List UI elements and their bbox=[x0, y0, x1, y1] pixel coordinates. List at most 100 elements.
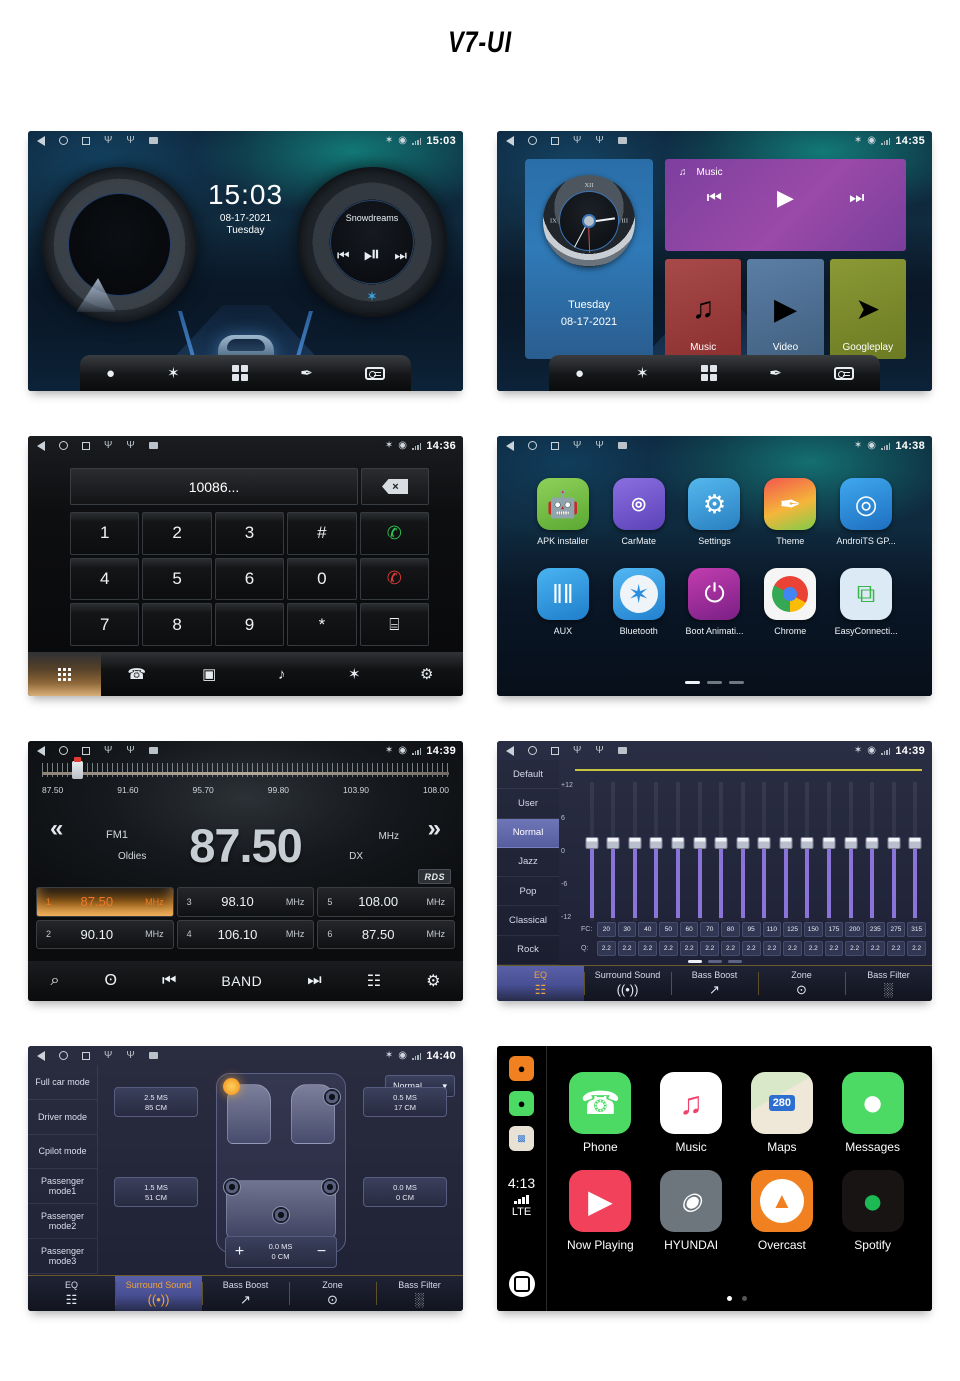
band-button[interactable]: BAND bbox=[221, 973, 262, 989]
recents-icon[interactable] bbox=[551, 746, 559, 755]
fc-cell[interactable]: 95 bbox=[741, 921, 761, 937]
bluetooth-icon[interactable]: ✶ bbox=[636, 366, 649, 381]
page-dot-2[interactable] bbox=[707, 681, 722, 684]
eq-band-110[interactable] bbox=[754, 782, 776, 921]
page-dot-2[interactable] bbox=[707, 960, 722, 963]
hangup-button[interactable]: ✆ bbox=[359, 557, 429, 601]
mode-passenger-3[interactable]: Passenger mode3 bbox=[28, 1239, 98, 1274]
eq-band-50[interactable] bbox=[646, 782, 668, 921]
home-icon[interactable] bbox=[59, 1051, 68, 1060]
q-cell[interactable]: 2.2 bbox=[865, 940, 885, 956]
mode-full-car[interactable]: Full car mode bbox=[28, 1065, 98, 1100]
slider-handle[interactable] bbox=[714, 837, 728, 850]
screen-carplay[interactable]: ● ● ▩ 4:13 LTE ☎ Phone ♫ Music 280 Maps … bbox=[497, 1046, 932, 1311]
screen-dialer[interactable]: Ψ Ψ ✶ ◉ 14:36 10086... 1 2 bbox=[28, 436, 463, 696]
app-tiles[interactable]: ♫ Music ▶ Video ➤ Googleplay bbox=[665, 259, 906, 359]
audio-tabs[interactable]: EQ ☷ Surround Sound ((•)) Bass Boost ↗ Z… bbox=[497, 965, 932, 1001]
tab-surround-sound[interactable]: Surround Sound ((•)) bbox=[115, 1276, 202, 1311]
next-icon[interactable]: ⏭ bbox=[849, 188, 864, 208]
preset-5[interactable]: 5 108.00 MHz bbox=[317, 887, 455, 917]
maps-mini-icon[interactable]: ▩ bbox=[509, 1126, 534, 1151]
bottom-dock[interactable]: ● ✶ ✒ bbox=[549, 355, 880, 391]
slider-handle[interactable] bbox=[649, 837, 663, 850]
bottom-dock[interactable]: ● ✶ ✒ bbox=[80, 355, 411, 391]
key-star[interactable]: * bbox=[287, 603, 357, 646]
q-cell[interactable]: 2.2 bbox=[638, 940, 658, 956]
fc-cell[interactable]: 30 bbox=[617, 921, 637, 937]
fc-cell[interactable]: 50 bbox=[659, 921, 678, 937]
screen-home[interactable]: Ψ Ψ ✶ ◉ 15:03 Snowdreams ⏮ ⏯ ⏭ ✶ 15:03 0… bbox=[28, 131, 463, 391]
q-cell[interactable]: 2.2 bbox=[783, 940, 802, 956]
contacts-icon[interactable]: ▣ bbox=[173, 665, 246, 683]
q-cell[interactable]: 2.2 bbox=[886, 940, 906, 956]
app-bluetooth[interactable]: ✶ Bluetooth bbox=[601, 568, 677, 636]
eq-preset-user[interactable]: User bbox=[497, 789, 559, 819]
equalizer-icon[interactable]: ☷ bbox=[367, 971, 381, 991]
tab-surround-sound[interactable]: Surround Sound ((•)) bbox=[584, 966, 671, 1001]
theme-icon[interactable]: ✒ bbox=[769, 366, 782, 381]
back-icon[interactable] bbox=[506, 745, 514, 756]
home-icon[interactable] bbox=[528, 441, 537, 450]
fc-cell[interactable]: 175 bbox=[824, 921, 844, 937]
eq-band-60[interactable] bbox=[667, 782, 689, 921]
slider-handle[interactable] bbox=[628, 837, 642, 850]
slider-handle[interactable] bbox=[865, 837, 879, 850]
messages-mini-icon[interactable]: ● bbox=[509, 1091, 534, 1116]
eq-band-40[interactable] bbox=[624, 782, 646, 921]
audio-tabs[interactable]: EQ ☷ Surround Sound ((•)) Bass Boost ↗ Z… bbox=[28, 1275, 463, 1311]
eq-band-315[interactable] bbox=[904, 782, 926, 921]
page-dot-1[interactable] bbox=[687, 960, 702, 963]
tab-eq[interactable]: EQ ☷ bbox=[497, 966, 584, 1001]
page-dot-1[interactable] bbox=[726, 1296, 732, 1301]
fc-cell[interactable]: 80 bbox=[721, 921, 740, 937]
eq-band-200[interactable] bbox=[840, 782, 862, 921]
delay-stepper[interactable]: + 0.0 MS 0 CM − bbox=[224, 1236, 337, 1268]
home-icon[interactable] bbox=[59, 746, 68, 755]
eq-preset-pop[interactable]: Pop bbox=[497, 877, 559, 907]
back-icon[interactable] bbox=[506, 135, 514, 146]
key-7[interactable]: 7 bbox=[70, 603, 140, 646]
screen-app-drawer[interactable]: Ψ Ψ ✶ ◉ 14:38 🤖 APK installer ◎ CarMate … bbox=[497, 436, 932, 696]
q-cell[interactable]: 2.2 bbox=[741, 940, 761, 956]
key-5[interactable]: 5 bbox=[142, 557, 212, 601]
recents-icon[interactable] bbox=[82, 1051, 90, 1060]
slider-handle[interactable] bbox=[800, 837, 814, 850]
home-icon[interactable] bbox=[59, 441, 68, 450]
mode-passenger-2[interactable]: Passenger mode2 bbox=[28, 1204, 98, 1240]
eq-band-95[interactable] bbox=[732, 782, 754, 921]
delay-rear-left[interactable]: 1.5 MS 51 CM bbox=[114, 1177, 198, 1207]
page-dot-3[interactable] bbox=[727, 960, 742, 963]
app-settings[interactable]: ⚙ Settings bbox=[677, 478, 753, 546]
fc-cell[interactable]: 60 bbox=[679, 921, 699, 937]
settings-icon[interactable]: ⚙ bbox=[391, 665, 464, 683]
recents-icon[interactable] bbox=[82, 136, 90, 145]
next-station-icon[interactable]: ⏭ bbox=[307, 972, 321, 990]
carplay-app-hyundai[interactable]: ◉ HYUNDAI bbox=[646, 1170, 737, 1252]
q-cell[interactable]: 2.2 bbox=[721, 940, 740, 956]
dialer-dock[interactable]: ☎ ▣ ♪ ✶ ⚙ bbox=[28, 652, 463, 696]
page-dot-2[interactable] bbox=[741, 1296, 747, 1301]
carplay-app-maps[interactable]: 280 Maps bbox=[737, 1072, 828, 1154]
q-cell[interactable]: 2.2 bbox=[824, 940, 844, 956]
back-icon[interactable] bbox=[37, 1050, 45, 1061]
recents-icon[interactable] bbox=[551, 136, 559, 145]
eq-band-125[interactable] bbox=[775, 782, 797, 921]
eq-band-20[interactable] bbox=[581, 782, 603, 921]
apps-icon[interactable] bbox=[700, 364, 718, 382]
tab-bass-boost[interactable]: Bass Boost ↗ bbox=[671, 966, 758, 1001]
delay-front-left[interactable]: 2.5 MS 85 CM bbox=[114, 1087, 198, 1117]
app-carmate[interactable]: ◎ CarMate bbox=[601, 478, 677, 546]
tile-video[interactable]: ▶ Video bbox=[747, 259, 824, 359]
page-dot-1[interactable] bbox=[685, 681, 700, 684]
back-icon[interactable] bbox=[37, 135, 45, 146]
overcast-mini-icon[interactable]: ● bbox=[509, 1056, 534, 1081]
eq-band-235[interactable] bbox=[861, 782, 883, 921]
radio-icon[interactable] bbox=[833, 366, 854, 380]
slider-handle[interactable] bbox=[671, 837, 685, 850]
tab-eq[interactable]: EQ ☷ bbox=[28, 1276, 115, 1311]
carplay-app-music[interactable]: ♫ Music bbox=[646, 1072, 737, 1154]
call-button[interactable]: ✆ bbox=[359, 512, 429, 555]
fc-cell[interactable]: 20 bbox=[597, 921, 616, 937]
key-2[interactable]: 2 bbox=[142, 512, 212, 555]
carplay-sidebar[interactable]: ● ● ▩ 4:13 LTE bbox=[497, 1046, 547, 1311]
